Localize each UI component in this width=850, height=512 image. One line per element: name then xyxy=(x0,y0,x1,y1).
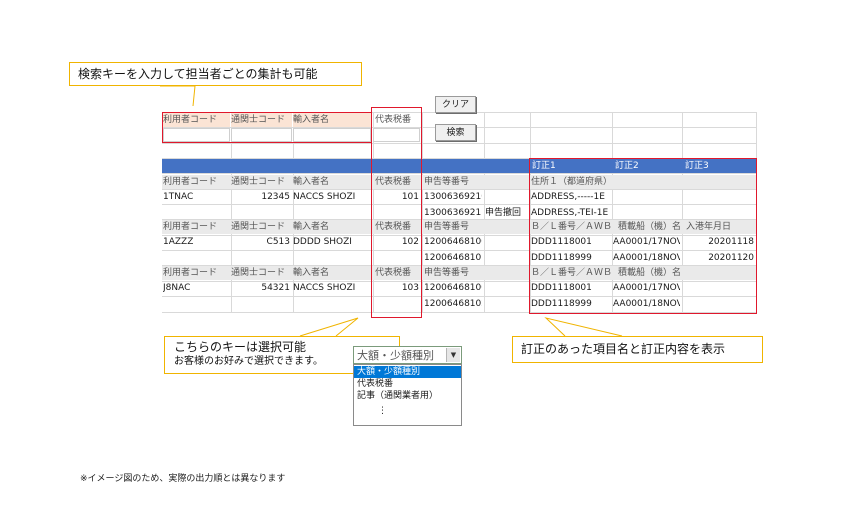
table-cell xyxy=(163,251,228,265)
table-cell xyxy=(485,297,527,311)
highlight-selectable-key-column xyxy=(371,107,422,318)
clear-button[interactable]: クリア xyxy=(435,96,476,113)
table-cell xyxy=(485,235,527,249)
table-cell xyxy=(293,206,370,220)
table-cell: 1TNAC xyxy=(163,192,194,202)
group-header-cell: 利用者コード xyxy=(163,222,218,232)
table-cell: DDDD SHOZI xyxy=(293,237,352,247)
group-header-cell: 利用者コード xyxy=(163,177,218,187)
group-header-cell: 申告等番号 xyxy=(424,268,470,278)
table-cell: 1AZZZ xyxy=(163,237,194,247)
table-cell xyxy=(163,206,228,220)
highlight-correction-columns xyxy=(529,158,757,314)
grid-hline xyxy=(162,143,757,144)
table-cell: 申告撤回 xyxy=(485,208,522,218)
table-cell: 12006468101 xyxy=(424,253,482,263)
table-cell xyxy=(293,297,370,311)
table-cell: 12006468102 xyxy=(424,299,482,309)
table-cell xyxy=(231,206,290,220)
table-cell: C513 xyxy=(266,237,290,247)
key-selector-value: 大額・少額種別 xyxy=(357,349,434,362)
table-cell: 13006369211 xyxy=(424,208,482,218)
table-cell: 12345 xyxy=(261,192,290,202)
footnote: ※イメージ図のため、実際の出力順とは異なります xyxy=(80,474,286,484)
table-cell: 12006468100 xyxy=(424,237,482,247)
key-selector-dropdown: 大額・少額種別 代表税番 記事（通関業者用） ⋮ xyxy=(353,364,462,426)
group-header-cell: 輸入者名 xyxy=(293,222,330,232)
group-header-cell: 輸入者名 xyxy=(293,268,330,278)
dropdown-arrow-icon[interactable]: ▼ xyxy=(446,348,460,362)
table-cell: NACCS SHOZI xyxy=(293,192,356,202)
group-header-cell: 申告等番号 xyxy=(424,177,470,187)
group-header-cell: 通関士コード xyxy=(231,177,286,187)
table-cell xyxy=(485,281,527,295)
search-button[interactable]: 検索 xyxy=(435,124,476,141)
table-cell: 13006369210 xyxy=(424,192,482,202)
key-option-tariff-number[interactable]: 代表税番 xyxy=(354,378,461,390)
table-cell xyxy=(231,297,290,311)
key-selector-combo[interactable]: 大額・少額種別 ▼ xyxy=(353,346,462,364)
table-cell: 54321 xyxy=(261,283,290,293)
key-option-more[interactable]: ⋮ xyxy=(354,405,461,417)
table-cell xyxy=(231,251,290,265)
group-header-cell: 通関士コード xyxy=(231,222,286,232)
grid-vline xyxy=(422,112,423,312)
table-cell: NACCS SHOZI xyxy=(293,283,356,293)
key-option-amount-type[interactable]: 大額・少額種別 xyxy=(354,366,461,378)
highlight-search-keys xyxy=(162,112,372,143)
table-cell xyxy=(293,251,370,265)
callout-correction: 訂正のあった項目名と訂正内容を表示 xyxy=(512,336,763,363)
group-header-cell: 利用者コード xyxy=(163,268,218,278)
group-header-cell: 申告等番号 xyxy=(424,222,470,232)
group-header-cell: 通関士コード xyxy=(231,268,286,278)
group-header-cell: 輸入者名 xyxy=(293,177,330,187)
table-cell xyxy=(485,251,527,265)
table-cell: 12006468100 xyxy=(424,283,482,293)
key-option-broker-notes[interactable]: 記事（通関業者用） xyxy=(354,390,461,402)
table-cell xyxy=(163,297,228,311)
table-cell: J8NAC xyxy=(163,283,191,293)
table-cell xyxy=(485,190,527,204)
callout-search-key: 検索キーを入力して担当者ごとの集計も可能 xyxy=(69,62,362,86)
callout-correction-text: 訂正のあった項目名と訂正内容を表示 xyxy=(521,342,726,356)
callout-search-key-text: 検索キーを入力して担当者ごとの集計も可能 xyxy=(78,67,318,81)
